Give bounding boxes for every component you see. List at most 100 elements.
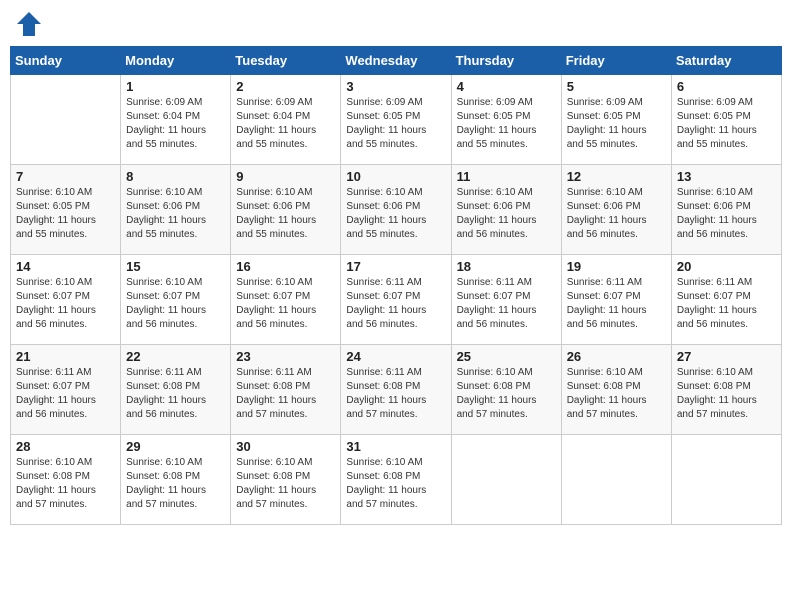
day-cell: 19 Sunrise: 6:11 AM Sunset: 6:07 PM Dayli… xyxy=(561,255,671,345)
day-number: 31 xyxy=(346,439,445,454)
day-cell: 22 Sunrise: 6:11 AM Sunset: 6:08 PM Dayli… xyxy=(121,345,231,435)
day-cell: 8 Sunrise: 6:10 AM Sunset: 6:06 PM Daylig… xyxy=(121,165,231,255)
day-cell: 28Sunrise: 6:10 AM Sunset: 6:08 PM Dayli… xyxy=(11,435,121,525)
day-cell: 3 Sunrise: 6:09 AM Sunset: 6:05 PM Daylig… xyxy=(341,75,451,165)
calendar-header: SundayMondayTuesdayWednesdayThursdayFrid… xyxy=(11,47,782,75)
day-cell: 31 Sunrise: 6:10 AM Sunset: 6:08 PM Dayli… xyxy=(341,435,451,525)
day-number: 22 xyxy=(126,349,225,364)
day-number: 17 xyxy=(346,259,445,274)
day-number: 8 xyxy=(126,169,225,184)
day-info: Sunrise: 6:10 AM Sunset: 6:08 PM Dayligh… xyxy=(346,456,445,512)
day-number: 3 xyxy=(346,79,445,94)
day-number: 21 xyxy=(16,349,115,364)
day-info: Sunrise: 6:11 AM Sunset: 6:07 PM Dayligh… xyxy=(16,366,115,422)
logo xyxy=(15,10,47,38)
day-number: 11 xyxy=(457,169,556,184)
day-info: Sunrise: 6:11 AM Sunset: 6:08 PM Dayligh… xyxy=(346,366,445,422)
week-row-3: 14 Sunrise: 6:10 AM Sunset: 6:07 PM Dayli… xyxy=(11,255,782,345)
day-number: 15 xyxy=(126,259,225,274)
day-number: 24 xyxy=(346,349,445,364)
day-cell: 5 Sunrise: 6:09 AM Sunset: 6:05 PM Daylig… xyxy=(561,75,671,165)
day-info: Sunrise: 6:10 AM Sunset: 6:06 PM Dayligh… xyxy=(236,186,335,242)
day-number: 25 xyxy=(457,349,556,364)
day-info: Sunrise: 6:10 AM Sunset: 6:06 PM Dayligh… xyxy=(677,186,776,242)
day-info: Sunrise: 6:09 AM Sunset: 6:04 PM Dayligh… xyxy=(236,96,335,152)
header-day-wednesday: Wednesday xyxy=(341,47,451,75)
day-cell: 18 Sunrise: 6:11 AM Sunset: 6:07 PM Dayli… xyxy=(451,255,561,345)
day-cell: 12 Sunrise: 6:10 AM Sunset: 6:06 PM Dayli… xyxy=(561,165,671,255)
day-number: 20 xyxy=(677,259,776,274)
calendar-table: SundayMondayTuesdayWednesdayThursdayFrid… xyxy=(10,46,782,525)
day-info: Sunrise: 6:11 AM Sunset: 6:08 PM Dayligh… xyxy=(236,366,335,422)
day-number: 4 xyxy=(457,79,556,94)
day-cell: 1 Sunrise: 6:09 AM Sunset: 6:04 PM Daylig… xyxy=(121,75,231,165)
day-cell xyxy=(451,435,561,525)
day-info: Sunrise: 6:09 AM Sunset: 6:05 PM Dayligh… xyxy=(457,96,556,152)
day-info: Sunrise: 6:10 AM Sunset: 6:08 PM Dayligh… xyxy=(677,366,776,422)
day-info: Sunrise: 6:09 AM Sunset: 6:04 PM Dayligh… xyxy=(126,96,225,152)
day-cell: 7 Sunrise: 6:10 AM Sunset: 6:05 PM Daylig… xyxy=(11,165,121,255)
day-cell: 24 Sunrise: 6:11 AM Sunset: 6:08 PM Dayli… xyxy=(341,345,451,435)
week-row-1: 1 Sunrise: 6:09 AM Sunset: 6:04 PM Daylig… xyxy=(11,75,782,165)
day-number: 1 xyxy=(126,79,225,94)
day-cell: 27 Sunrise: 6:10 AM Sunset: 6:08 PM Dayli… xyxy=(671,345,781,435)
day-cell: 17 Sunrise: 6:11 AM Sunset: 6:07 PM Dayli… xyxy=(341,255,451,345)
day-info: Sunrise: 6:11 AM Sunset: 6:07 PM Dayligh… xyxy=(567,276,666,332)
day-number: 14 xyxy=(16,259,115,274)
day-number: 26 xyxy=(567,349,666,364)
day-cell xyxy=(561,435,671,525)
day-info: Sunrise: 6:11 AM Sunset: 6:08 PM Dayligh… xyxy=(126,366,225,422)
day-number: 19 xyxy=(567,259,666,274)
day-number: 16 xyxy=(236,259,335,274)
day-cell: 16Sunrise: 6:10 AM Sunset: 6:07 PM Dayli… xyxy=(231,255,341,345)
header-day-sunday: Sunday xyxy=(11,47,121,75)
day-number: 27 xyxy=(677,349,776,364)
day-info: Sunrise: 6:09 AM Sunset: 6:05 PM Dayligh… xyxy=(677,96,776,152)
day-cell: 29Sunrise: 6:10 AM Sunset: 6:08 PM Dayli… xyxy=(121,435,231,525)
day-number: 18 xyxy=(457,259,556,274)
day-info: Sunrise: 6:10 AM Sunset: 6:08 PM Dayligh… xyxy=(457,366,556,422)
day-number: 12 xyxy=(567,169,666,184)
day-number: 2 xyxy=(236,79,335,94)
week-row-2: 7 Sunrise: 6:10 AM Sunset: 6:05 PM Daylig… xyxy=(11,165,782,255)
day-cell: 14 Sunrise: 6:10 AM Sunset: 6:07 PM Dayli… xyxy=(11,255,121,345)
day-cell: 21 Sunrise: 6:11 AM Sunset: 6:07 PM Dayli… xyxy=(11,345,121,435)
header-day-saturday: Saturday xyxy=(671,47,781,75)
logo-icon xyxy=(15,10,43,38)
day-cell: 23Sunrise: 6:11 AM Sunset: 6:08 PM Dayli… xyxy=(231,345,341,435)
calendar-body: 1 Sunrise: 6:09 AM Sunset: 6:04 PM Daylig… xyxy=(11,75,782,525)
day-number: 6 xyxy=(677,79,776,94)
day-info: Sunrise: 6:11 AM Sunset: 6:07 PM Dayligh… xyxy=(346,276,445,332)
day-info: Sunrise: 6:11 AM Sunset: 6:07 PM Dayligh… xyxy=(457,276,556,332)
header-row: SundayMondayTuesdayWednesdayThursdayFrid… xyxy=(11,47,782,75)
day-number: 5 xyxy=(567,79,666,94)
day-info: Sunrise: 6:10 AM Sunset: 6:07 PM Dayligh… xyxy=(16,276,115,332)
day-info: Sunrise: 6:10 AM Sunset: 6:06 PM Dayligh… xyxy=(567,186,666,242)
day-cell: 30Sunrise: 6:10 AM Sunset: 6:08 PM Dayli… xyxy=(231,435,341,525)
day-cell: 20Sunrise: 6:11 AM Sunset: 6:07 PM Dayli… xyxy=(671,255,781,345)
day-info: Sunrise: 6:09 AM Sunset: 6:05 PM Dayligh… xyxy=(567,96,666,152)
day-info: Sunrise: 6:10 AM Sunset: 6:06 PM Dayligh… xyxy=(346,186,445,242)
header-day-tuesday: Tuesday xyxy=(231,47,341,75)
day-cell: 9Sunrise: 6:10 AM Sunset: 6:06 PM Daylig… xyxy=(231,165,341,255)
day-cell: 25 Sunrise: 6:10 AM Sunset: 6:08 PM Dayli… xyxy=(451,345,561,435)
header-day-thursday: Thursday xyxy=(451,47,561,75)
day-info: Sunrise: 6:10 AM Sunset: 6:06 PM Dayligh… xyxy=(126,186,225,242)
day-info: Sunrise: 6:10 AM Sunset: 6:08 PM Dayligh… xyxy=(567,366,666,422)
week-row-5: 28Sunrise: 6:10 AM Sunset: 6:08 PM Dayli… xyxy=(11,435,782,525)
day-cell: 15 Sunrise: 6:10 AM Sunset: 6:07 PM Dayli… xyxy=(121,255,231,345)
day-info: Sunrise: 6:09 AM Sunset: 6:05 PM Dayligh… xyxy=(346,96,445,152)
page-header xyxy=(10,10,782,38)
day-cell: 6 Sunrise: 6:09 AM Sunset: 6:05 PM Daylig… xyxy=(671,75,781,165)
day-cell: 13Sunrise: 6:10 AM Sunset: 6:06 PM Dayli… xyxy=(671,165,781,255)
day-info: Sunrise: 6:10 AM Sunset: 6:08 PM Dayligh… xyxy=(236,456,335,512)
day-info: Sunrise: 6:10 AM Sunset: 6:07 PM Dayligh… xyxy=(126,276,225,332)
week-row-4: 21 Sunrise: 6:11 AM Sunset: 6:07 PM Dayli… xyxy=(11,345,782,435)
day-cell: 26 Sunrise: 6:10 AM Sunset: 6:08 PM Dayli… xyxy=(561,345,671,435)
day-cell: 10 Sunrise: 6:10 AM Sunset: 6:06 PM Dayli… xyxy=(341,165,451,255)
day-cell: 11Sunrise: 6:10 AM Sunset: 6:06 PM Dayli… xyxy=(451,165,561,255)
day-number: 7 xyxy=(16,169,115,184)
day-number: 10 xyxy=(346,169,445,184)
day-cell xyxy=(11,75,121,165)
day-info: Sunrise: 6:10 AM Sunset: 6:05 PM Dayligh… xyxy=(16,186,115,242)
